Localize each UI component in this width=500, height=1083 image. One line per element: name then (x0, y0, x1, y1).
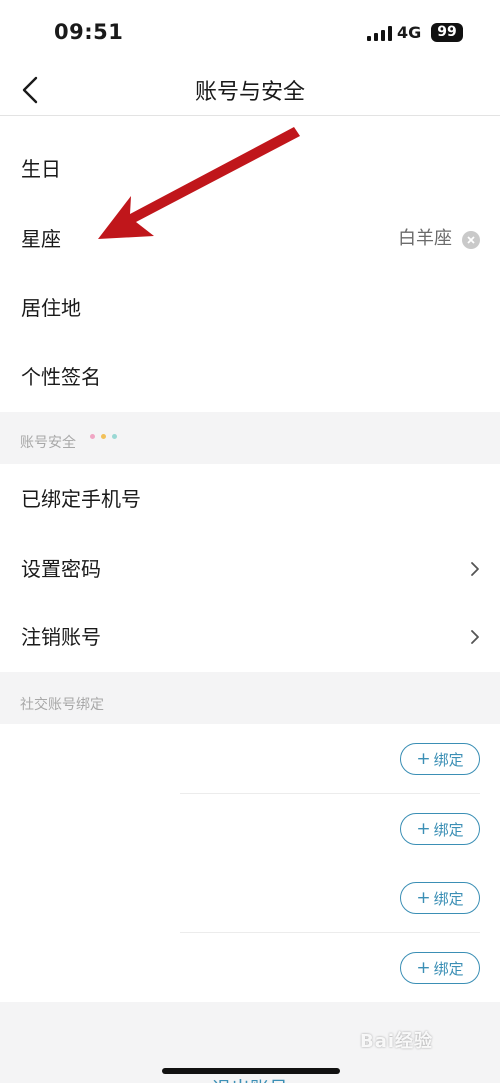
bind-button[interactable]: + 绑定 (400, 882, 480, 914)
page-title: 账号与安全 (194, 80, 305, 105)
section-header-security: 账号安全 (0, 412, 500, 464)
social-binding-row: + 绑定 (0, 794, 500, 864)
dot (90, 434, 95, 439)
row-birthday[interactable]: 生日 (0, 134, 500, 204)
bind-label: 绑定 (433, 959, 464, 978)
row-delete-account[interactable]: 注销账号 (0, 602, 500, 672)
row-label: 个性签名 (21, 365, 101, 389)
plus-icon: + (416, 818, 431, 839)
bind-button[interactable]: + 绑定 (400, 813, 480, 845)
watermark-logo: Bai经验 (360, 1031, 434, 1052)
plus-icon: + (416, 887, 431, 908)
row-label: 星座 (21, 227, 61, 251)
row-label: 设置密码 (21, 557, 101, 581)
chevron-right-icon (471, 630, 479, 644)
row-residence[interactable]: 居住地 (0, 273, 500, 343)
row-set-password[interactable]: 设置密码 (0, 534, 500, 604)
row-bound-phone[interactable]: 已绑定手机号 (0, 464, 500, 534)
network-type: 4G (397, 23, 422, 42)
row-signature[interactable]: 个性签名 (0, 342, 500, 412)
social-binding-row: + 绑定 (0, 933, 500, 1003)
chevron-left-icon (22, 76, 38, 104)
section-label: 账号安全 (20, 435, 76, 451)
row-zodiac[interactable]: 星座 白羊座 (0, 204, 500, 274)
row-label: 居住地 (21, 296, 81, 320)
bind-button[interactable]: + 绑定 (400, 743, 480, 775)
navigation-bar: 账号与安全 (0, 64, 500, 116)
zodiac-value: 白羊座 (398, 228, 452, 249)
row-label: 注销账号 (21, 625, 101, 649)
bind-label: 绑定 (433, 750, 464, 769)
bind-label: 绑定 (433, 820, 464, 839)
section-label: 社交账号绑定 (20, 697, 104, 713)
bind-label: 绑定 (433, 889, 464, 908)
decorative-dots (90, 434, 117, 439)
battery-icon: 99 (431, 23, 463, 42)
clear-icon[interactable] (462, 231, 480, 249)
back-button[interactable] (14, 72, 50, 108)
bind-button[interactable]: + 绑定 (400, 952, 480, 984)
dot (101, 434, 106, 439)
social-binding-row: + 绑定 (0, 863, 500, 933)
section-header-social: 社交账号绑定 (0, 672, 500, 724)
row-label: 已绑定手机号 (21, 487, 141, 511)
dot (112, 434, 117, 439)
plus-icon: + (416, 957, 431, 978)
battery-level: 99 (437, 24, 457, 40)
signal-icon (367, 26, 392, 41)
chevron-right-icon (471, 562, 479, 576)
logout-button[interactable]: 退出账号 (0, 1074, 500, 1083)
plus-icon: + (416, 748, 431, 769)
social-binding-row: + 绑定 (0, 724, 500, 794)
row-label: 生日 (21, 157, 61, 181)
status-time: 09:51 (54, 20, 124, 44)
status-bar: 09:51 4G 99 (0, 0, 500, 64)
